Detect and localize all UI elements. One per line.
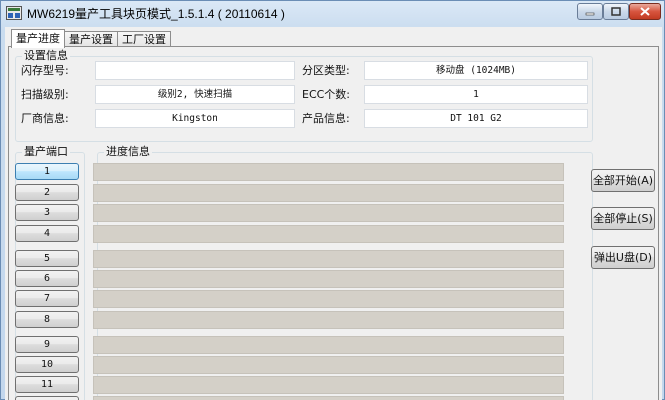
- maximize-icon: [611, 7, 621, 16]
- minimize-button[interactable]: [577, 3, 603, 20]
- settings-group-title: 设置信息: [22, 49, 70, 63]
- progress-bar-port-12: [93, 396, 564, 400]
- flash-model-field: [95, 61, 295, 80]
- progress-bar-port-3: [93, 204, 564, 222]
- port-button-6[interactable]: 6: [15, 270, 79, 287]
- ecc-count-label: ECC个数:: [302, 88, 351, 101]
- scan-level-label: 扫描级别:: [21, 88, 69, 101]
- eject-disk-button[interactable]: 弹出U盘(D): [591, 246, 655, 269]
- port-button-10[interactable]: 10: [15, 356, 79, 373]
- tab-panel-progress: 设置信息 闪存型号: 分区类型: 移动盘 (1024MB) 扫描级别: 级别2,…: [8, 46, 659, 400]
- tab-factory-settings[interactable]: 工厂设置: [117, 31, 171, 47]
- close-icon: [640, 7, 650, 16]
- scan-level-field: 级别2, 快速扫描: [95, 85, 295, 104]
- tab-strip: 量产进度 量产设置 工厂设置: [11, 29, 171, 48]
- progress-bar-port-9: [93, 336, 564, 354]
- port-button-11[interactable]: 11: [15, 376, 79, 393]
- product-info-label: 产品信息:: [302, 112, 350, 125]
- maximize-button[interactable]: [603, 3, 629, 20]
- app-icon: [6, 6, 22, 20]
- partition-type-field: 移动盘 (1024MB): [364, 61, 588, 80]
- app-window: MW6219量产工具块页模式_1.5.1.4 ( 20110614 ) 量产进度…: [0, 0, 665, 400]
- window-title: MW6219量产工具块页模式_1.5.1.4 ( 20110614 ): [27, 7, 285, 21]
- port-button-9[interactable]: 9: [15, 336, 79, 353]
- port-button-7[interactable]: 7: [15, 290, 79, 307]
- progress-bar-port-6: [93, 270, 564, 288]
- stop-all-button[interactable]: 全部停止(S): [591, 207, 655, 230]
- close-button[interactable]: [629, 3, 661, 20]
- start-all-button[interactable]: 全部开始(A): [591, 169, 655, 192]
- flash-model-label: 闪存型号:: [21, 64, 69, 77]
- minimize-icon: [585, 12, 595, 15]
- progress-group: 进度信息: [93, 145, 593, 400]
- progress-group-title: 进度信息: [104, 145, 152, 159]
- port-button-2[interactable]: 2: [15, 184, 79, 201]
- port-button-1[interactable]: 1: [15, 163, 79, 180]
- port-button-5[interactable]: 5: [15, 250, 79, 267]
- ports-group: 量产端口 1 2 3 4 5 6 7 8 9 10 11 12: [15, 145, 85, 400]
- progress-bar-port-10: [93, 356, 564, 374]
- settings-group: 设置信息 闪存型号: 分区类型: 移动盘 (1024MB) 扫描级别: 级别2,…: [15, 49, 593, 142]
- vendor-info-field: Kingston: [95, 109, 295, 128]
- port-button-8[interactable]: 8: [15, 311, 79, 328]
- product-info-field: DT 101 G2: [364, 109, 588, 128]
- tab-production-settings[interactable]: 量产设置: [64, 31, 118, 47]
- port-button-12[interactable]: 12: [15, 396, 79, 400]
- progress-bar-port-7: [93, 290, 564, 308]
- progress-bar-port-2: [93, 184, 564, 202]
- progress-bar-port-5: [93, 250, 564, 268]
- progress-bar-port-4: [93, 225, 564, 243]
- ports-group-title: 量产端口: [22, 145, 70, 159]
- port-button-3[interactable]: 3: [15, 204, 79, 221]
- progress-bar-port-11: [93, 376, 564, 394]
- vendor-info-label: 厂商信息:: [21, 112, 69, 125]
- port-button-4[interactable]: 4: [15, 225, 79, 242]
- progress-bar-port-8: [93, 311, 564, 329]
- title-bar: MW6219量产工具块页模式_1.5.1.4 ( 20110614 ): [1, 1, 664, 25]
- progress-bar-port-1: [93, 163, 564, 181]
- tab-production-progress[interactable]: 量产进度: [11, 29, 65, 48]
- ecc-count-field: 1: [364, 85, 588, 104]
- client-area: 量产进度 量产设置 工厂设置 设置信息 闪存型号: 分区类型: 移动盘 (102…: [5, 27, 662, 400]
- partition-type-label: 分区类型:: [302, 64, 350, 77]
